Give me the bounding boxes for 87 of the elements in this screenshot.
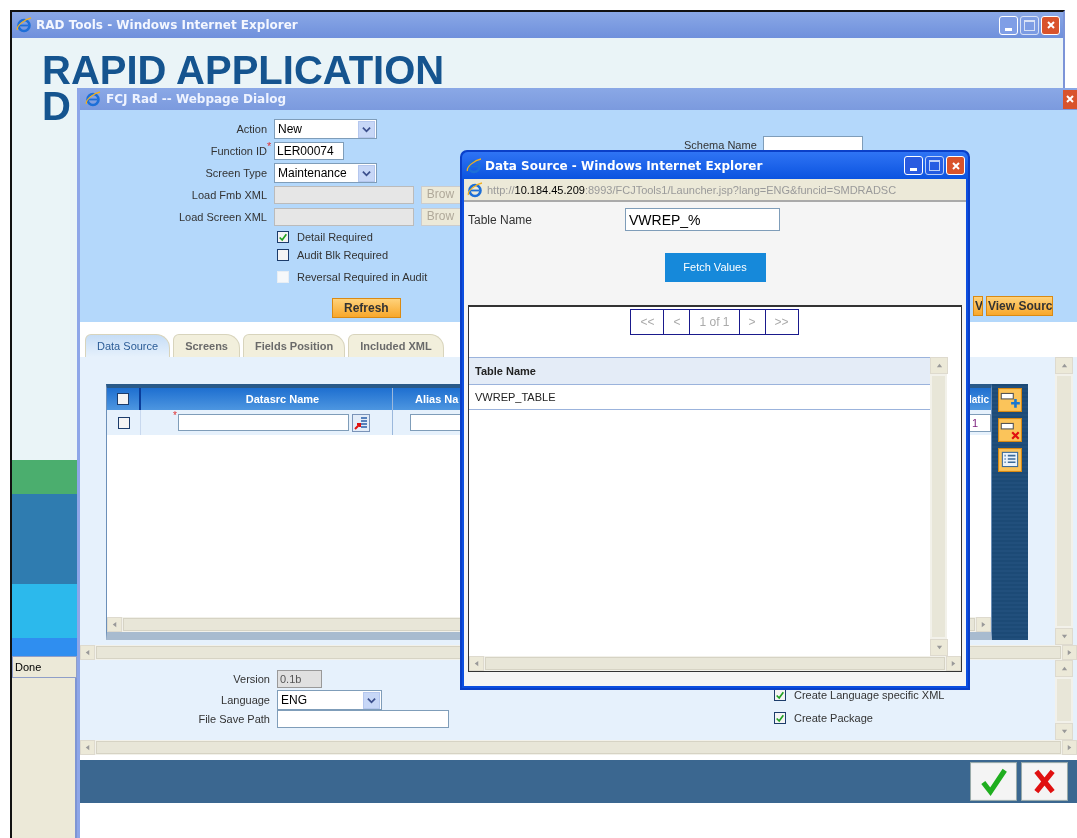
- input-field[interactable]: [177, 414, 349, 431]
- minimize-button[interactable]: [999, 15, 1018, 35]
- tab[interactable]: Included XML: [348, 334, 444, 357]
- e-logo-icon: [466, 157, 482, 174]
- field-label: Screen Type: [204, 167, 267, 179]
- field-label: Schema Name: [684, 139, 757, 151]
- input-field[interactable]: 1: [969, 413, 991, 432]
- table-row[interactable]: VWREP_TABLE: [469, 385, 930, 410]
- version-field: 0.1b: [277, 670, 322, 688]
- row-checkbox[interactable]: [117, 416, 130, 429]
- column-header: Table Name: [469, 357, 930, 385]
- scroll-arrow-icon[interactable]: [1066, 649, 1073, 656]
- scroll-arrow-icon[interactable]: [1060, 728, 1068, 735]
- field-label: Action: [235, 123, 267, 135]
- scroll-arrow-icon[interactable]: [1060, 362, 1068, 369]
- scroll-arrow-icon[interactable]: [84, 649, 91, 656]
- banner-title: D: [42, 88, 71, 124]
- scroll-arrow-icon[interactable]: [950, 660, 957, 667]
- scroll-arrow-icon[interactable]: [473, 660, 480, 667]
- checkbox-label: Audit Blk Required: [297, 249, 389, 261]
- checkbox-label: Create Package: [794, 712, 873, 724]
- field-label: File Save Path: [197, 713, 270, 725]
- column-header: latic: [969, 392, 990, 407]
- scroll-arrow-icon[interactable]: [980, 621, 987, 628]
- scroll-arrow-icon[interactable]: [1060, 633, 1068, 640]
- close-icon: [1065, 94, 1075, 104]
- e-logo-icon: [85, 91, 101, 107]
- horizontal-scrollbar[interactable]: [80, 740, 1077, 755]
- field-label: Version: [232, 673, 270, 685]
- window-title: Data Source - Windows Internet Explorer: [485, 158, 763, 173]
- cancel-button[interactable]: [1021, 762, 1068, 801]
- required-mark: *: [267, 140, 273, 152]
- url-text: http://10.184.45.209:8993/FCJTools1/Launcher.jsp?lang=ENG&funcid=SMDRADSC: [487, 183, 897, 196]
- field-label: Table Name: [468, 212, 534, 227]
- close-icon: [1045, 20, 1056, 30]
- input-field[interactable]: [277, 710, 449, 728]
- scroll-arrow-icon[interactable]: [935, 644, 943, 651]
- ok-button[interactable]: [970, 762, 1017, 801]
- input-field[interactable]: VWREP_%: [625, 208, 780, 231]
- vertical-scrollbar[interactable]: [1055, 357, 1073, 645]
- minimize-button[interactable]: [904, 156, 923, 175]
- vertical-scrollbar[interactable]: [1055, 660, 1073, 740]
- tab[interactable]: Data Source: [85, 334, 171, 357]
- checkbox[interactable]: [774, 712, 786, 724]
- tab[interactable]: Fields Position: [242, 334, 346, 357]
- banner-title: RAPID APPLICATION: [42, 52, 445, 88]
- refresh-button[interactable]: Refresh: [332, 298, 401, 318]
- select-all-checkbox[interactable]: [117, 393, 129, 405]
- field-label: Load Fmb XML: [190, 189, 267, 201]
- tab[interactable]: Screens: [173, 334, 240, 357]
- fetch-values-button[interactable]: Fetch Values: [664, 253, 766, 282]
- view-source-button[interactable]: View Sourc: [986, 296, 1053, 316]
- status-text: Done: [12, 656, 77, 678]
- scroll-arrow-icon[interactable]: [111, 621, 118, 628]
- window-title: FCJ Rad -- Webpage Dialog: [106, 92, 287, 106]
- vertical-scrollbar[interactable]: [930, 357, 947, 656]
- field-label: Load Screen XML: [177, 211, 267, 223]
- page-icon: [467, 181, 483, 198]
- close-button[interactable]: [946, 156, 965, 175]
- scroll-arrow-icon[interactable]: [935, 362, 943, 369]
- field-label: Function ID: [209, 145, 267, 157]
- checkbox-label: Reversal Required in Audit: [297, 271, 428, 283]
- checkbox[interactable]: [277, 249, 289, 261]
- scroll-arrow-icon[interactable]: [1060, 665, 1068, 672]
- dropdown[interactable]: New: [274, 119, 377, 139]
- close-icon: [950, 160, 961, 171]
- checkbox-label: Detail Required: [297, 231, 373, 243]
- list-icon[interactable]: [998, 448, 1022, 472]
- close-button[interactable]: [1063, 89, 1077, 109]
- horizontal-scrollbar[interactable]: [469, 656, 961, 671]
- add-row-icon[interactable]: [998, 388, 1022, 412]
- maximize-button[interactable]: [1020, 15, 1039, 35]
- required-mark: *: [173, 410, 177, 421]
- dropdown[interactable]: Maintenance: [274, 163, 377, 183]
- delete-row-icon[interactable]: [998, 418, 1022, 442]
- field-label: Language: [220, 694, 270, 706]
- window-title: RAD Tools - Windows Internet Explorer: [36, 18, 298, 32]
- e-logo-icon: [16, 17, 32, 33]
- scroll-arrow-icon[interactable]: [1066, 744, 1073, 751]
- input-field[interactable]: LER00074: [274, 142, 344, 160]
- dropdown[interactable]: ENG: [277, 690, 382, 710]
- scroll-arrow-icon[interactable]: [84, 744, 91, 751]
- list-lookup-icon[interactable]: [351, 413, 370, 432]
- checkbox[interactable]: [277, 231, 289, 243]
- checkbox-label: Create Language specific XML: [794, 689, 945, 701]
- close-button[interactable]: [1041, 15, 1060, 35]
- maximize-button[interactable]: [925, 156, 944, 175]
